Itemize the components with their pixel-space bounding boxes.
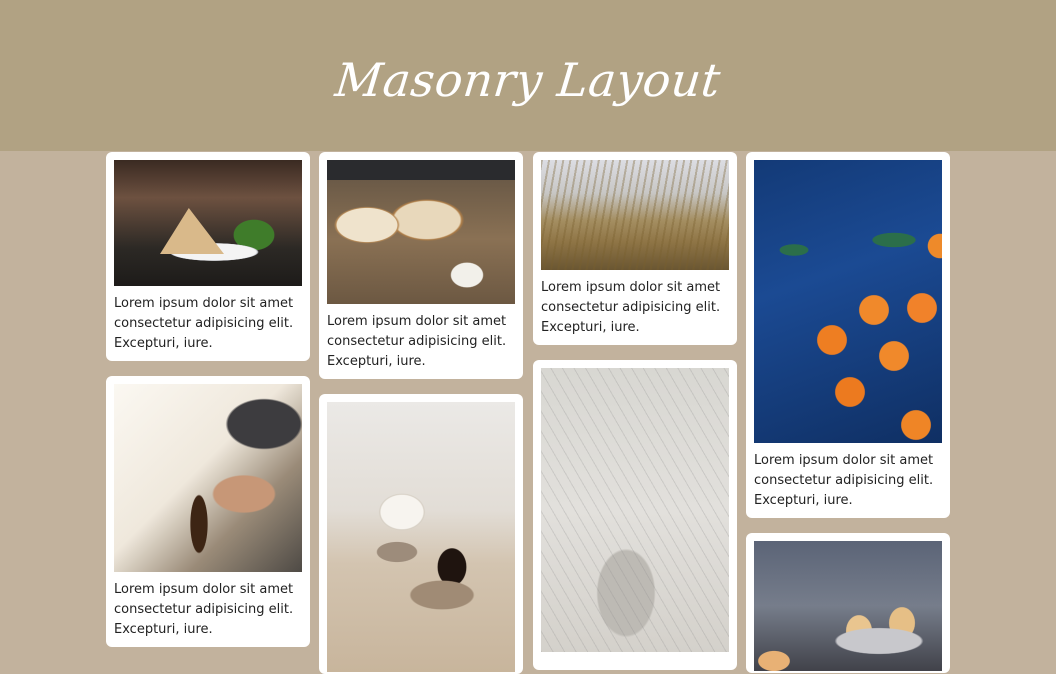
cupcakes-image	[754, 541, 942, 671]
masonry-card: Lorem ipsum dolor sit amet consectetur a…	[106, 152, 310, 361]
page-header: Masonry Layout	[0, 0, 1056, 151]
masonry-card: Lorem ipsum dolor sit amet consectetur a…	[319, 152, 523, 379]
plant-shadow-wall-image	[541, 368, 729, 652]
masonry-card: Lorem ipsum dolor sit amet consectetur a…	[746, 152, 950, 518]
card-text: Lorem ipsum dolor sit amet consectetur a…	[754, 453, 934, 508]
card-text: Lorem ipsum dolor sit amet consectetur a…	[114, 296, 294, 351]
page-title: Masonry Layout	[332, 52, 723, 107]
coffee-cups-image	[327, 402, 515, 672]
drinks-on-table-image	[114, 384, 302, 572]
card-text: Lorem ipsum dolor sit amet consectetur a…	[114, 582, 294, 637]
oranges-on-blue-image	[754, 160, 942, 443]
card-text: Lorem ipsum dolor sit amet consectetur a…	[327, 314, 507, 369]
masonry-card: Lorem ipsum dolor sit amet consectetur a…	[533, 152, 737, 345]
masonry-card	[319, 394, 523, 674]
masonry-card	[533, 360, 737, 670]
bread-and-olive-oil-image	[327, 160, 515, 304]
sandwich-plate-image	[114, 160, 302, 286]
wheat-field-image	[541, 160, 729, 270]
card-text: Lorem ipsum dolor sit amet consectetur a…	[541, 280, 721, 335]
masonry-card	[746, 533, 950, 673]
masonry-card: Lorem ipsum dolor sit amet consectetur a…	[106, 376, 310, 647]
